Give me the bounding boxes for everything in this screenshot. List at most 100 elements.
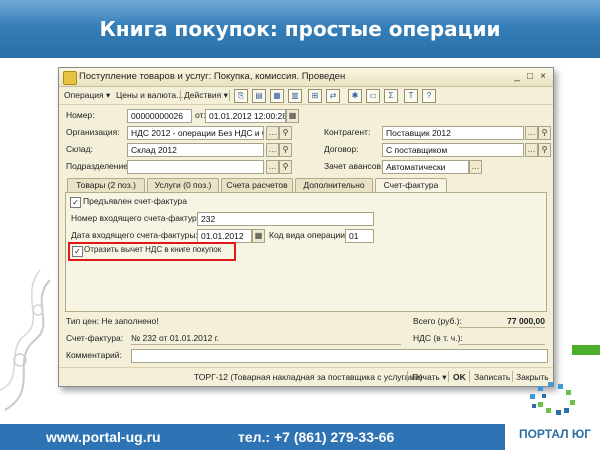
toolbar-separator <box>180 90 181 101</box>
torg12-print-button[interactable]: ТОРГ-12 (Товарная накладная за поставщик… <box>194 370 423 384</box>
incoming-number-label: Номер входящего счета-фактуры: <box>71 213 206 223</box>
warehouse-field[interactable]: Склад 2012 <box>127 143 264 157</box>
calendar-icon[interactable]: ▦ <box>286 109 299 123</box>
movements-icon[interactable]: ⇄ <box>326 89 340 103</box>
save-icon[interactable]: ▤ <box>252 89 266 103</box>
footer-separator <box>469 371 470 382</box>
invoice-link[interactable]: № 232 от 01.01.2012 г. <box>131 331 219 345</box>
print-menu-label: Печать <box>412 372 440 382</box>
counterparty-label: Контрагент: <box>324 127 371 137</box>
document-icon[interactable]: ▭ <box>366 89 380 103</box>
select-button[interactable]: … <box>266 126 279 140</box>
number-field[interactable]: 00000000026 <box>127 109 192 123</box>
unpost-icon[interactable]: ▥ <box>288 89 302 103</box>
copy-icon[interactable]: ⎘ <box>234 89 248 103</box>
tab-strip: Товары (2 поз.) Услуги (0 поз.) Счета ра… <box>67 178 547 193</box>
operation-code-label: Код вида операции: <box>269 230 348 240</box>
settings-icon[interactable]: ✱ <box>348 89 362 103</box>
open-search-icon[interactable]: ⚲ <box>279 143 292 157</box>
open-search-icon[interactable]: ⚲ <box>538 126 551 140</box>
total-label: Всего (руб.): <box>413 316 462 326</box>
invoice-presented-label: Предъявлен счет-фактура <box>83 196 188 206</box>
select-button[interactable]: … <box>525 126 538 140</box>
open-search-icon[interactable]: ⚲ <box>279 126 292 140</box>
reflect-vat-checkbox[interactable]: ✓ <box>72 246 83 257</box>
date-field[interactable]: 01.01.2012 12:00:28 <box>205 109 286 123</box>
contract-label: Договор: <box>324 144 359 154</box>
operation-menu[interactable]: Операция ▾ <box>64 87 110 104</box>
operation-code-field[interactable]: 01 <box>345 229 374 243</box>
actions-menu[interactable]: Действия ▾ <box>184 87 228 104</box>
select-button[interactable]: … <box>266 143 279 157</box>
tab-services[interactable]: Услуги (0 поз.) <box>147 178 219 192</box>
organization-label: Организация: <box>66 127 120 137</box>
document-window: Поступление товаров и услуг: Покупка, ко… <box>58 67 554 387</box>
advance-offset-field[interactable]: Автоматически <box>382 160 469 174</box>
minimize-button[interactable]: _ <box>511 70 523 83</box>
select-button[interactable]: … <box>469 160 482 174</box>
tab-invoice[interactable]: Счет-фактура <box>375 178 447 193</box>
vat-value <box>469 331 545 345</box>
advance-offset-label: Зачет авансов: <box>324 161 384 171</box>
comment-label: Комментарий: <box>66 350 122 360</box>
structure-icon[interactable]: ⊞ <box>308 89 322 103</box>
chevron-down-icon: ▾ <box>442 372 447 382</box>
slide-title: Книга покупок: простые операции <box>99 17 501 41</box>
green-marker <box>572 345 600 355</box>
counterparty-field[interactable]: Поставщик 2012 <box>382 126 524 140</box>
footer-separator <box>448 371 449 382</box>
toolbar-separator <box>229 90 230 101</box>
maximize-button[interactable]: □ <box>524 70 536 83</box>
incoming-number-field[interactable]: 232 <box>197 212 374 226</box>
operation-menu-label: Операция <box>64 90 104 100</box>
tab-additional[interactable]: Дополнительно <box>295 178 373 192</box>
incoming-date-field[interactable]: 01.01.2012 <box>197 229 252 243</box>
invoice-underline <box>131 344 401 345</box>
chevron-down-icon: ▾ <box>223 90 228 100</box>
ok-button[interactable]: OK <box>453 370 466 384</box>
portal-logo-icon <box>530 382 575 415</box>
vat-underline <box>459 344 545 345</box>
select-button[interactable]: … <box>525 143 538 157</box>
calendar-icon[interactable]: ▦ <box>252 229 265 243</box>
total-underline <box>459 327 545 328</box>
open-search-icon[interactable]: ⚲ <box>279 160 292 174</box>
total-value: 77 000,00 <box>507 316 545 326</box>
comment-field[interactable] <box>131 349 548 363</box>
vat-label: НДС (в т. ч.): <box>413 333 463 343</box>
number-label: Номер: <box>66 110 95 120</box>
chevron-down-icon: ▾ <box>106 90 111 100</box>
filter-icon[interactable]: T <box>404 89 418 103</box>
contract-field[interactable]: С поставщиком <box>382 143 524 157</box>
app-icon <box>63 71 77 85</box>
tab-goods[interactable]: Товары (2 поз.) <box>67 178 145 192</box>
invoice-tab-panel: ✓ Предъявлен счет-фактура Номер входящег… <box>65 192 547 312</box>
post-icon[interactable]: ▦ <box>270 89 284 103</box>
actions-menu-label: Действия <box>184 90 222 100</box>
toolbar: Операция ▾ Цены и валюта... Действия ▾ ⎘… <box>59 87 553 105</box>
invoice-presented-checkbox[interactable]: ✓ <box>70 197 81 208</box>
bottom-bar: www.portal-ug.ru тел.: +7 (861) 279-33-6… <box>0 424 505 450</box>
invoice-label: Счет-фактура: <box>66 333 124 343</box>
division-field[interactable] <box>127 160 264 174</box>
window-titlebar: Поступление товаров и услуг: Покупка, ко… <box>59 68 553 87</box>
close-window-button[interactable]: × <box>537 70 549 83</box>
print-menu[interactable]: Печать ▾ <box>412 370 447 384</box>
organization-field[interactable]: НДС 2012 - операции Без НДС и 0% <box>127 126 264 140</box>
website-text: www.portal-ug.ru <box>46 429 161 445</box>
reflect-vat-label: Отразить вычет НДС в книге покупок <box>84 245 222 254</box>
help-icon[interactable]: ? <box>422 89 436 103</box>
select-button[interactable]: … <box>266 160 279 174</box>
footer-separator <box>512 371 513 382</box>
price-type-label[interactable]: Тип цен: Не заполнено! <box>66 314 159 328</box>
prices-currency-button[interactable]: Цены и валюта... <box>116 87 183 104</box>
phone-text: тел.: +7 (861) 279-33-66 <box>238 429 395 445</box>
window-footer: ТОРГ-12 (Товарная накладная за поставщик… <box>59 367 553 386</box>
logo-text: ПОРТАЛ ЮГ <box>518 427 592 441</box>
write-button[interactable]: Записать <box>474 370 510 384</box>
warehouse-label: Склад: <box>66 144 93 154</box>
calculator-icon[interactable]: Σ <box>384 89 398 103</box>
incoming-date-label: Дата входящего счета-фактуры: <box>71 230 198 240</box>
open-search-icon[interactable]: ⚲ <box>538 143 551 157</box>
tab-settlement-accounts[interactable]: Счета расчетов <box>221 178 293 192</box>
